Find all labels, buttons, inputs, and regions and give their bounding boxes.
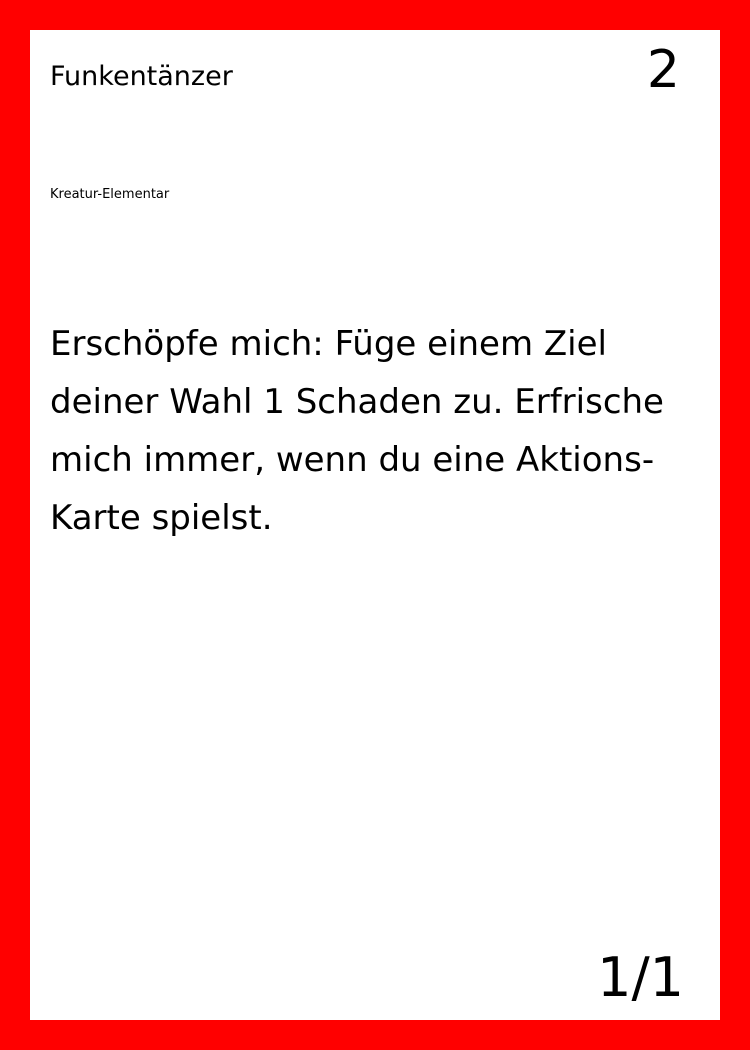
card-type-line: Kreatur-Elementar	[50, 187, 170, 202]
card-power-toughness: 1/1	[597, 946, 684, 1009]
card-frame: Funkentänzer 2 Kreatur-Elementar Erschöp…	[0, 0, 750, 1050]
card-rules-text: Erschöpfe mich: Füge einem Ziel deiner W…	[50, 324, 664, 538]
card-cost: 2	[646, 40, 680, 100]
card-name: Funkentänzer	[50, 61, 233, 92]
